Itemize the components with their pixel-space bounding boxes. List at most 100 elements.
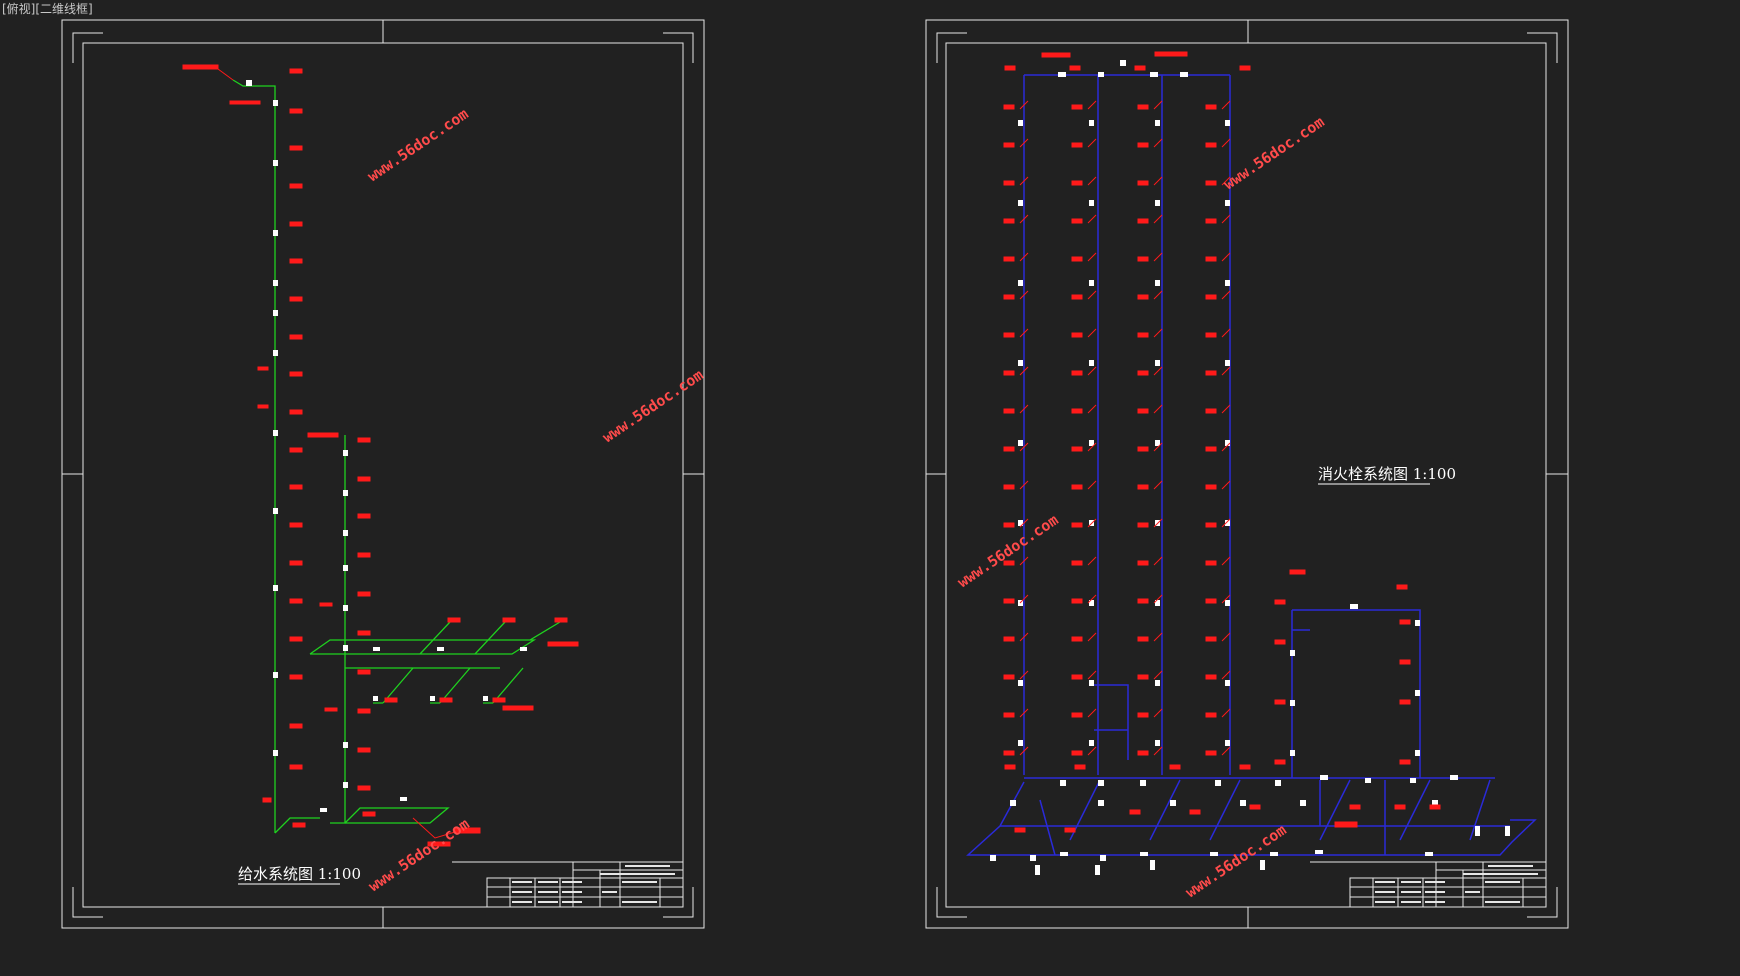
- hydrant-tag: [1071, 560, 1083, 566]
- hydrant-leader: [1153, 176, 1163, 186]
- hydrant-tag: [1071, 522, 1083, 528]
- hydrant-leader: [1153, 328, 1163, 338]
- hydrant-leader: [1221, 328, 1231, 338]
- hydrant-tag: [1137, 218, 1149, 224]
- hydrant-tag: [1205, 712, 1217, 718]
- hydrant-tag: [1205, 256, 1217, 262]
- hydrant-leader: [1221, 138, 1231, 148]
- hydrant-leader: [1153, 480, 1163, 490]
- hydrant-leader: [1221, 746, 1231, 756]
- hydrant-leader: [1153, 632, 1163, 642]
- hydrant-tag: [1071, 598, 1083, 604]
- watermark: www.56doc.com: [1220, 113, 1327, 194]
- watermark: www.56doc.com: [364, 105, 471, 186]
- hydrant-leader: [1153, 404, 1163, 414]
- hydrant-tag: [1003, 256, 1015, 262]
- hydrant-tag: [1205, 598, 1217, 604]
- hydrant-tag: [1205, 370, 1217, 376]
- watermark: www.56doc.com: [1182, 821, 1289, 902]
- hydrant-leader: [1087, 632, 1097, 642]
- hydrant-tag: [1205, 674, 1217, 680]
- fire-hydrant-diagram-title: 消火栓系统图 1:100: [1318, 465, 1456, 483]
- hydrant-tag: [1071, 446, 1083, 452]
- hydrant-leader: [1087, 138, 1097, 148]
- hydrant-tag: [1071, 674, 1083, 680]
- hydrant-tag: [1003, 142, 1015, 148]
- watermark: www.56doc.com: [599, 366, 706, 447]
- hydrant-leader: [1221, 632, 1231, 642]
- hydrant-leader: [1221, 366, 1231, 376]
- hydrant-tag: [1205, 750, 1217, 756]
- hydrant-tag: [1003, 408, 1015, 414]
- hydrant-leader: [1087, 252, 1097, 262]
- hydrant-leader: [1087, 214, 1097, 224]
- hydrant-leader: [1153, 252, 1163, 262]
- hydrant-tag: [1003, 750, 1015, 756]
- hydrant-tag: [1137, 560, 1149, 566]
- hydrant-leader: [1087, 404, 1097, 414]
- hydrant-leader: [1153, 670, 1163, 680]
- hydrant-tag: [1003, 636, 1015, 642]
- hydrant-tag: [1205, 104, 1217, 110]
- sheet-water-supply: [61, 19, 705, 929]
- sheet-outer-frame: [61, 19, 705, 929]
- hydrant-leader: [1221, 252, 1231, 262]
- hydrant-tag: [1137, 104, 1149, 110]
- hydrant-tag: [1003, 370, 1015, 376]
- hydrant-tag: [1003, 598, 1015, 604]
- hydrant-tag: [1071, 332, 1083, 338]
- hydrant-leader: [1221, 670, 1231, 680]
- sheet-fire-hydrant: [925, 19, 1569, 929]
- hydrant-leader: [1153, 290, 1163, 300]
- hydrant-tag: [1137, 446, 1149, 452]
- hydrant-tag: [1071, 370, 1083, 376]
- hydrant-leader: [1221, 290, 1231, 300]
- hydrant-leader: [1153, 214, 1163, 224]
- hydrant-leader: [1221, 556, 1231, 566]
- hydrant-tag: [1137, 636, 1149, 642]
- hydrant-leader: [1087, 746, 1097, 756]
- hydrant-leader: [1153, 708, 1163, 718]
- hydrant-tag: [1137, 142, 1149, 148]
- watermark: www.56doc.com: [365, 815, 472, 896]
- hydrant-tag: [1205, 142, 1217, 148]
- hydrant-tag: [1205, 636, 1217, 642]
- water-title-block: [452, 861, 684, 908]
- hydrant-tag: [1003, 484, 1015, 490]
- hydrant-tag: [1071, 408, 1083, 414]
- hydrant-leader: [1087, 290, 1097, 300]
- center-ticks: [926, 20, 1568, 928]
- hydrant-tag: [1137, 484, 1149, 490]
- cad-canvas[interactable]: 给水系统图 1:100 www.56doc.com www.56doc.com …: [0, 0, 1740, 976]
- sheet-outer-frame: [925, 19, 1569, 929]
- hydrant-tag: [1137, 598, 1149, 604]
- hydrant-tag: [1071, 104, 1083, 110]
- hydrant-leader: [1153, 100, 1163, 110]
- water-supply-pipes: [232, 79, 561, 834]
- hydrant-tag: [1205, 332, 1217, 338]
- hydrant-leader: [1153, 138, 1163, 148]
- hydrant-tag: [1137, 712, 1149, 718]
- hydrant-tag: [1137, 180, 1149, 186]
- hydrant-tag: [1003, 218, 1015, 224]
- hydrant-tag: [1137, 750, 1149, 756]
- hydrant-tag: [1205, 484, 1217, 490]
- hydrant-tag: [1137, 294, 1149, 300]
- hydrant-tag: [1071, 218, 1083, 224]
- hydrant-tag: [1137, 674, 1149, 680]
- hydrant-tag: [1071, 142, 1083, 148]
- hydrant-tag: [1003, 104, 1015, 110]
- fire-title-block: [1310, 861, 1547, 908]
- hydrant-tag: [1071, 636, 1083, 642]
- hydrant-tag: [1071, 256, 1083, 262]
- hydrant-tag: [1205, 522, 1217, 528]
- hydrant-tag: [1137, 522, 1149, 528]
- hydrant-tag: [1205, 408, 1217, 414]
- hydrant-tag: [1003, 522, 1015, 528]
- hydrant-leader: [1221, 404, 1231, 414]
- water-supply-diagram-title: 给水系统图 1:100: [238, 865, 361, 883]
- hydrant-tag: [1137, 256, 1149, 262]
- hydrant-leader: [1087, 670, 1097, 680]
- hydrant-tag: [1071, 180, 1083, 186]
- hydrant-tag: [1205, 180, 1217, 186]
